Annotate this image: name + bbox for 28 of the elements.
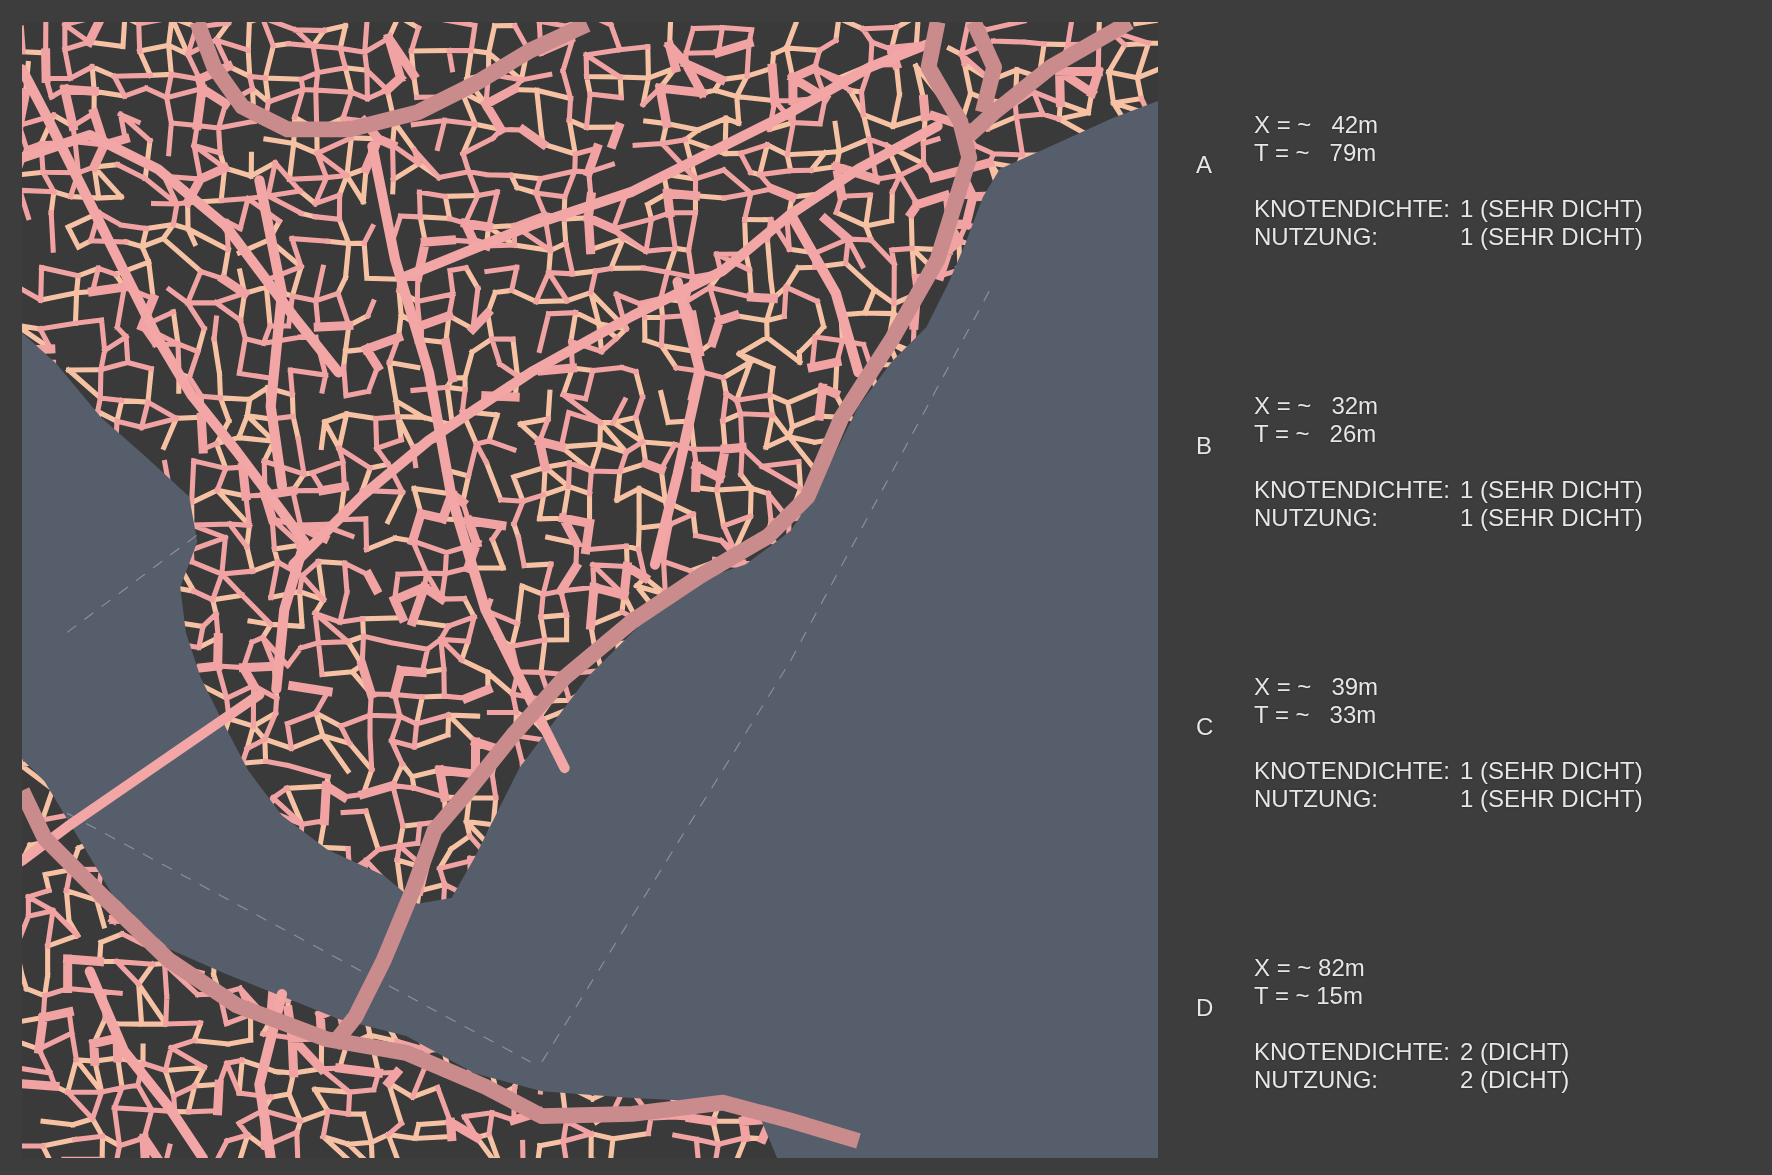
rating-label: KNOTENDICHTE: [1254, 1038, 1450, 1066]
rating-value: 1 (SEHR DICHT) [1460, 504, 1643, 532]
section-letter: D [1196, 994, 1214, 1021]
measure-text: T = ~ 33m [1254, 701, 1378, 729]
rating-label: NUTZUNG: [1254, 1066, 1379, 1094]
rating-value: 2 (DICHT) [1460, 1066, 1570, 1094]
rating-value: 1 (SEHR DICHT) [1460, 785, 1643, 813]
rating-label: KNOTENDICHTE: [1254, 195, 1450, 223]
rating-value: 1 (SEHR DICHT) [1460, 223, 1643, 251]
section-letter: C [1196, 713, 1214, 740]
measure-text: T = ~ 79m [1254, 139, 1378, 167]
rating-value: 1 (SEHR DICHT) [1460, 476, 1643, 504]
rating-label: NUTZUNG: [1254, 785, 1379, 813]
rating-label: KNOTENDICHTE: [1254, 476, 1450, 504]
measure-text: X = ~ 42m [1254, 111, 1380, 139]
rating-value: 1 (SEHR DICHT) [1460, 757, 1643, 785]
measure-text: T = ~ 26m [1254, 420, 1378, 448]
section-letter: B [1196, 432, 1212, 459]
measure-text: X = ~ 32m [1254, 392, 1380, 420]
measure-text: X = ~ 82m [1254, 954, 1366, 982]
measure-text: X = ~ 39m [1254, 673, 1380, 701]
rating-value: 1 (SEHR DICHT) [1460, 195, 1643, 223]
measure-text: T = ~ 15m [1254, 982, 1364, 1010]
rating-label: NUTZUNG: [1254, 504, 1379, 532]
rating-label: KNOTENDICHTE: [1254, 757, 1450, 785]
section-letter: A [1196, 151, 1212, 178]
rating-label: NUTZUNG: [1254, 223, 1379, 251]
rating-value: 2 (DICHT) [1460, 1038, 1570, 1066]
